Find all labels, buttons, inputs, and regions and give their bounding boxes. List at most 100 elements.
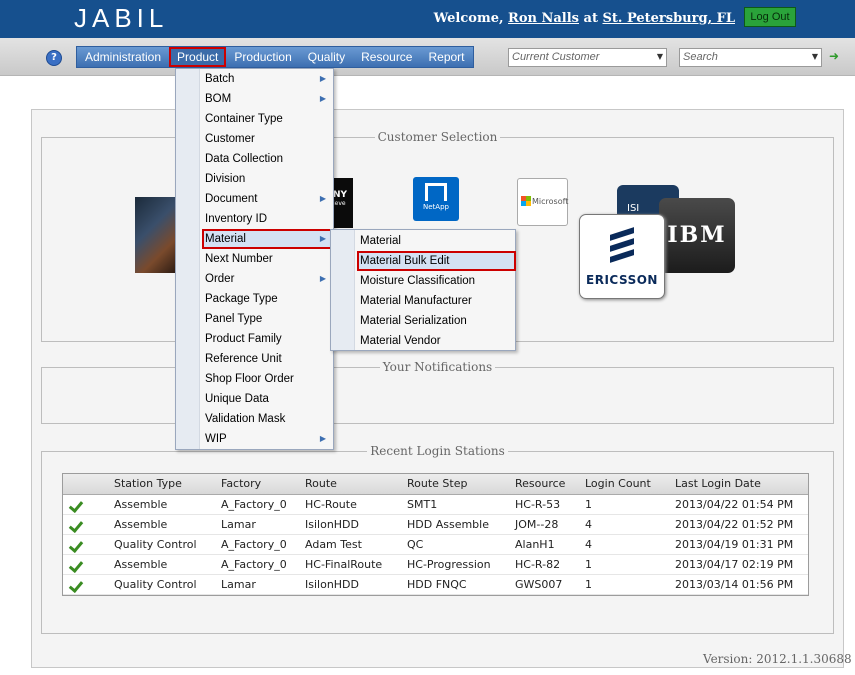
column-header[interactable]: Factory xyxy=(221,474,261,494)
product-menu-item-order[interactable]: Order ▶ xyxy=(176,269,333,289)
go-arrow-icon[interactable]: ➜ xyxy=(829,49,839,63)
logout-button[interactable]: Log Out xyxy=(744,7,796,27)
menu-item-label: Next Number xyxy=(205,253,273,265)
product-menu-item-document[interactable]: Document ▶ xyxy=(176,189,333,209)
menu-quality[interactable]: Quality xyxy=(300,47,353,67)
menu-resource[interactable]: Resource xyxy=(353,47,420,67)
product-menu-item-batch[interactable]: Batch ▶ xyxy=(176,69,333,89)
menu-item-label: Data Collection xyxy=(205,153,283,165)
material-menu-item-material-manufacturer[interactable]: Material Manufacturer xyxy=(331,291,515,311)
menu-item-label: Batch xyxy=(205,73,235,85)
table-row[interactable]: Quality Control Lamar IsilonHDD HDD FNQC GWS… xyxy=(63,575,808,595)
product-menu-item-product-family[interactable]: Product Family xyxy=(176,329,333,349)
menu-administration[interactable]: Administration xyxy=(77,47,169,67)
product-menu-item-next-number[interactable]: Next Number xyxy=(176,249,333,269)
product-dropdown-menu: Batch ▶ BOM ▶ Container Type Customer Data Col… xyxy=(175,68,334,450)
ibm-logo[interactable]: IBM xyxy=(659,198,735,273)
menu-report[interactable]: Report xyxy=(420,47,472,67)
product-menu-item-reference-unit[interactable]: Reference Unit xyxy=(176,349,333,369)
column-header[interactable]: Resource xyxy=(515,474,565,494)
table-row[interactable]: Quality Control A_Factory_0 Adam Test QC Ala… xyxy=(63,535,808,555)
table-cell: HDD Assemble xyxy=(407,518,489,531)
menu-item-label: Panel Type xyxy=(205,313,263,325)
welcome-prefix: Welcome, xyxy=(433,11,504,26)
table-cell: JOM--28 xyxy=(515,518,559,531)
sony-logo[interactable]: NY ieve xyxy=(333,178,353,228)
table-cell: HC-R-53 xyxy=(515,498,561,511)
material-menu-item-material-vendor[interactable]: Material Vendor xyxy=(331,331,515,351)
sony-logo-text: NY xyxy=(333,190,348,200)
user-link[interactable]: Ron Nalls xyxy=(508,11,579,26)
table-row[interactable]: Assemble Lamar IsilonHDD HDD Assemble JOM--2… xyxy=(63,515,808,535)
submenu-arrow-icon: ▶ xyxy=(319,274,326,283)
product-menu-item-container-type[interactable]: Container Type xyxy=(176,109,333,129)
table-row[interactable]: Assemble A_Factory_0 HC-FinalRoute HC-Progr… xyxy=(63,555,808,575)
table-cell: HDD FNQC xyxy=(407,578,467,591)
table-cell: IsilonHDD xyxy=(305,518,360,531)
menu-item-label: Product Family xyxy=(205,333,282,345)
starwars-logo[interactable] xyxy=(135,197,177,273)
menu-item-label: Container Type xyxy=(205,113,283,125)
menu-product[interactable]: Product xyxy=(169,47,227,67)
material-menu-item-moisture-classification[interactable]: Moisture Classification xyxy=(331,271,515,291)
product-menu-item-data-collection[interactable]: Data Collection xyxy=(176,149,333,169)
table-row[interactable]: Assemble A_Factory_0 HC-Route SMT1 HC-R-53 1 2… xyxy=(63,495,808,515)
table-cell: 2013/04/17 02:19 PM xyxy=(675,558,794,571)
current-customer-select[interactable]: Current Customer ▼ xyxy=(508,48,667,67)
site-link[interactable]: St. Petersburg, FL xyxy=(603,11,736,26)
product-menu-item-material[interactable]: Material ▶ xyxy=(202,229,333,249)
product-menu-item-shop-floor-order[interactable]: Shop Floor Order xyxy=(176,369,333,389)
submenu-arrow-icon: ▶ xyxy=(319,74,326,83)
product-menu-item-customer[interactable]: Customer xyxy=(176,129,333,149)
microsoft-square-yellow xyxy=(526,201,531,206)
menu-item-label: Customer xyxy=(205,133,255,145)
help-icon[interactable]: ? xyxy=(46,50,62,66)
table-cell: Assemble xyxy=(114,498,168,511)
column-header[interactable]: Login Count xyxy=(585,474,651,494)
material-menu-item-material-serialization[interactable]: Material Serialization xyxy=(331,311,515,331)
menu-production[interactable]: Production xyxy=(226,47,299,67)
column-header[interactable]: Last Login Date xyxy=(675,474,761,494)
product-menu-item-wip[interactable]: WIP ▶ xyxy=(176,429,333,449)
menu-item-label: Order xyxy=(205,273,235,285)
table-cell: AlanH1 xyxy=(515,538,555,551)
product-menu-item-panel-type[interactable]: Panel Type xyxy=(176,309,333,329)
table-cell: GWS007 xyxy=(515,578,563,591)
table-cell: 1 xyxy=(585,578,592,591)
table-body: Assemble A_Factory_0 HC-Route SMT1 HC-R-53 1 2… xyxy=(63,495,808,595)
submenu-arrow-icon: ▶ xyxy=(319,434,326,443)
table-cell: QC xyxy=(407,538,424,551)
table-cell: Quality Control xyxy=(114,578,197,591)
table-cell: Adam Test xyxy=(305,538,362,551)
table-cell: 4 xyxy=(585,518,592,531)
table-cell: Quality Control xyxy=(114,538,197,551)
product-menu-item-package-type[interactable]: Package Type xyxy=(176,289,333,309)
checkmark-icon xyxy=(70,539,83,551)
material-menu-item-material-bulk-edit[interactable]: Material Bulk Edit xyxy=(357,251,516,271)
material-menu-item-material[interactable]: Material xyxy=(331,231,515,251)
checkmark-icon xyxy=(70,519,83,531)
product-menu-item-division[interactable]: Division xyxy=(176,169,333,189)
menu-item-label: BOM xyxy=(205,93,232,105)
jabil-logo: JABIL xyxy=(74,3,169,33)
table-cell: HC-Route xyxy=(305,498,357,511)
current-customer-placeholder: Current Customer xyxy=(512,51,600,63)
column-header[interactable]: Route xyxy=(305,474,337,494)
column-header[interactable]: Route Step xyxy=(407,474,467,494)
table-cell: 2013/04/22 01:52 PM xyxy=(675,518,794,531)
search-select[interactable]: Search ▼ xyxy=(679,48,822,67)
ericsson-logo[interactable]: ERICSSON xyxy=(579,214,665,299)
product-menu-item-unique-data[interactable]: Unique Data xyxy=(176,389,333,409)
menu-item-label: Unique Data xyxy=(205,393,269,405)
netapp-logo[interactable]: NetApp xyxy=(413,177,459,221)
menu-item-label: Inventory ID xyxy=(205,213,267,225)
microsoft-logo[interactable]: Microsoft xyxy=(517,178,568,226)
product-menu-item-validation-mask[interactable]: Validation Mask xyxy=(176,409,333,429)
product-menu-item-inventory-id[interactable]: Inventory ID xyxy=(176,209,333,229)
column-header[interactable]: Station Type xyxy=(114,474,182,494)
table-cell: 1 xyxy=(585,498,592,511)
product-menu-item-bom[interactable]: BOM ▶ xyxy=(176,89,333,109)
material-submenu: Material Material Bulk Edit Moisture Class… xyxy=(330,229,516,351)
table-cell: HC-R-82 xyxy=(515,558,561,571)
table-cell: 2013/03/14 01:56 PM xyxy=(675,578,794,591)
